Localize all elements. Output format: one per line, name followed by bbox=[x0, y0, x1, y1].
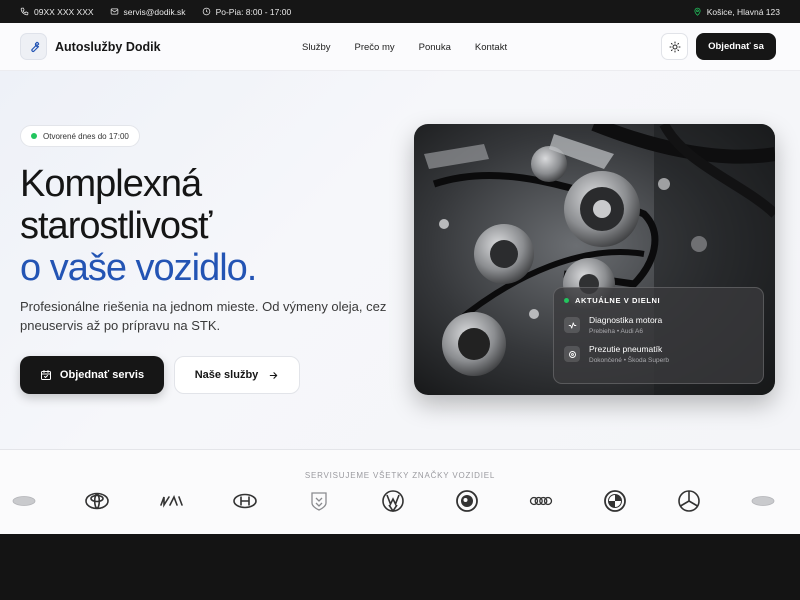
workshop-item-title: Prezutie pneumatík bbox=[589, 344, 663, 354]
main-navigation: Autoslužby Dodik Služby Prečo my Ponuka … bbox=[0, 23, 800, 71]
ford-logo bbox=[11, 490, 37, 512]
map-pin-icon bbox=[694, 7, 701, 16]
wrench-icon bbox=[30, 41, 39, 52]
brand-name[interactable]: Autoslužby Dodik bbox=[55, 40, 161, 54]
ford-logo bbox=[750, 490, 776, 512]
brands-section: SERVISUJEME VŠETKY ZNAČKY VOZIDIEL bbox=[0, 449, 800, 534]
order-service-label: Objednať servis bbox=[59, 369, 145, 381]
engine-photo-card: AKTUÁLNE V DIELNI Diagnostika motora Pre… bbox=[414, 124, 775, 395]
arrow-right-icon bbox=[270, 371, 278, 379]
workshop-item: Diagnostika motora Prebieha • Audi A6 bbox=[564, 315, 753, 335]
our-services-button[interactable]: Naše služby bbox=[174, 356, 300, 394]
hero-title: Komplexná starostlivosť o vaše vozidlo. bbox=[20, 163, 257, 289]
toyota-logo bbox=[84, 490, 110, 512]
phone-info[interactable]: 09XX XXX XXX bbox=[20, 7, 94, 17]
wheel-icon bbox=[564, 346, 580, 362]
live-dot bbox=[564, 298, 569, 303]
opening-hours: Po-Pia: 8:00 - 17:00 bbox=[215, 6, 292, 17]
workshop-status-header: AKTUÁLNE V DIELNI bbox=[564, 296, 753, 305]
kia-logo bbox=[158, 490, 184, 512]
workshop-item-title: Diagnostika motora bbox=[589, 315, 663, 325]
mercedes-logo bbox=[676, 490, 702, 512]
top-info-bar: 09XX XXX XXX servis@dodik.sk Po-Pia: 8:0… bbox=[0, 0, 800, 23]
audi-logo bbox=[528, 490, 554, 512]
peugeot-logo bbox=[306, 490, 332, 512]
workshop-item-status: Prebieha • Audi A6 bbox=[589, 328, 643, 335]
sun-icon bbox=[669, 41, 680, 52]
phone-number: 09XX XXX XXX bbox=[34, 6, 94, 17]
workshop-status-card: AKTUÁLNE V DIELNI Diagnostika motora Pre… bbox=[553, 287, 764, 384]
hero-lead: Profesionálne riešenia na jednom mieste.… bbox=[20, 299, 387, 333]
hero-section: Otvorené dnes do 17:00 Komplexná starost… bbox=[0, 71, 800, 449]
hero-title-line-2: starostlivosť bbox=[20, 205, 212, 247]
email-address: servis@dodik.sk bbox=[123, 6, 186, 17]
status-dot bbox=[31, 133, 37, 139]
nav-menu: Služby Prečo my Ponuka Kontakt bbox=[302, 23, 531, 71]
hyundai-logo bbox=[232, 490, 258, 512]
order-service-button[interactable]: Objednať servis bbox=[20, 356, 164, 394]
nav-link-preco-my[interactable]: Prečo my bbox=[355, 42, 395, 53]
skoda-logo bbox=[454, 490, 480, 512]
phone-icon bbox=[20, 7, 29, 16]
volkswagen-logo bbox=[380, 490, 406, 512]
email-info[interactable]: servis@dodik.sk bbox=[110, 7, 186, 17]
location-info[interactable]: Košice, Hlavná 123 bbox=[693, 7, 780, 17]
bmw-logo bbox=[602, 490, 628, 512]
order-button[interactable]: Objednať sa bbox=[696, 33, 776, 60]
clock-icon bbox=[202, 7, 210, 16]
logo[interactable] bbox=[20, 33, 47, 60]
hero-title-line-3: o vaše vozidlo. bbox=[20, 247, 257, 289]
workshop-item: Prezutie pneumatík Dokončené • Škoda Sup… bbox=[564, 344, 753, 364]
location-address: Košice, Hlavná 123 bbox=[706, 6, 780, 17]
open-status-badge: Otvorené dnes do 17:00 bbox=[20, 125, 140, 147]
open-status-text: Otvorené dnes do 17:00 bbox=[43, 131, 129, 141]
dark-section bbox=[0, 534, 800, 600]
workshop-heading: AKTUÁLNE V DIELNI bbox=[575, 296, 661, 305]
activity-icon bbox=[564, 317, 580, 333]
workshop-item-status: Dokončené • Škoda Superb bbox=[589, 357, 669, 364]
mail-icon bbox=[110, 8, 118, 15]
nav-link-ponuka[interactable]: Ponuka bbox=[419, 42, 451, 53]
calendar-check-icon bbox=[40, 370, 51, 380]
hours-info: Po-Pia: 8:00 - 17:00 bbox=[202, 6, 292, 17]
hero-title-line-1: Komplexná bbox=[20, 163, 202, 205]
brands-title: SERVISUJEME VŠETKY ZNAČKY VOZIDIEL bbox=[304, 471, 496, 480]
nav-link-sluzby[interactable]: Služby bbox=[302, 42, 331, 53]
theme-toggle-button[interactable] bbox=[661, 33, 688, 60]
our-services-label: Naše služby bbox=[194, 369, 259, 381]
nav-link-kontakt[interactable]: Kontakt bbox=[475, 42, 507, 53]
